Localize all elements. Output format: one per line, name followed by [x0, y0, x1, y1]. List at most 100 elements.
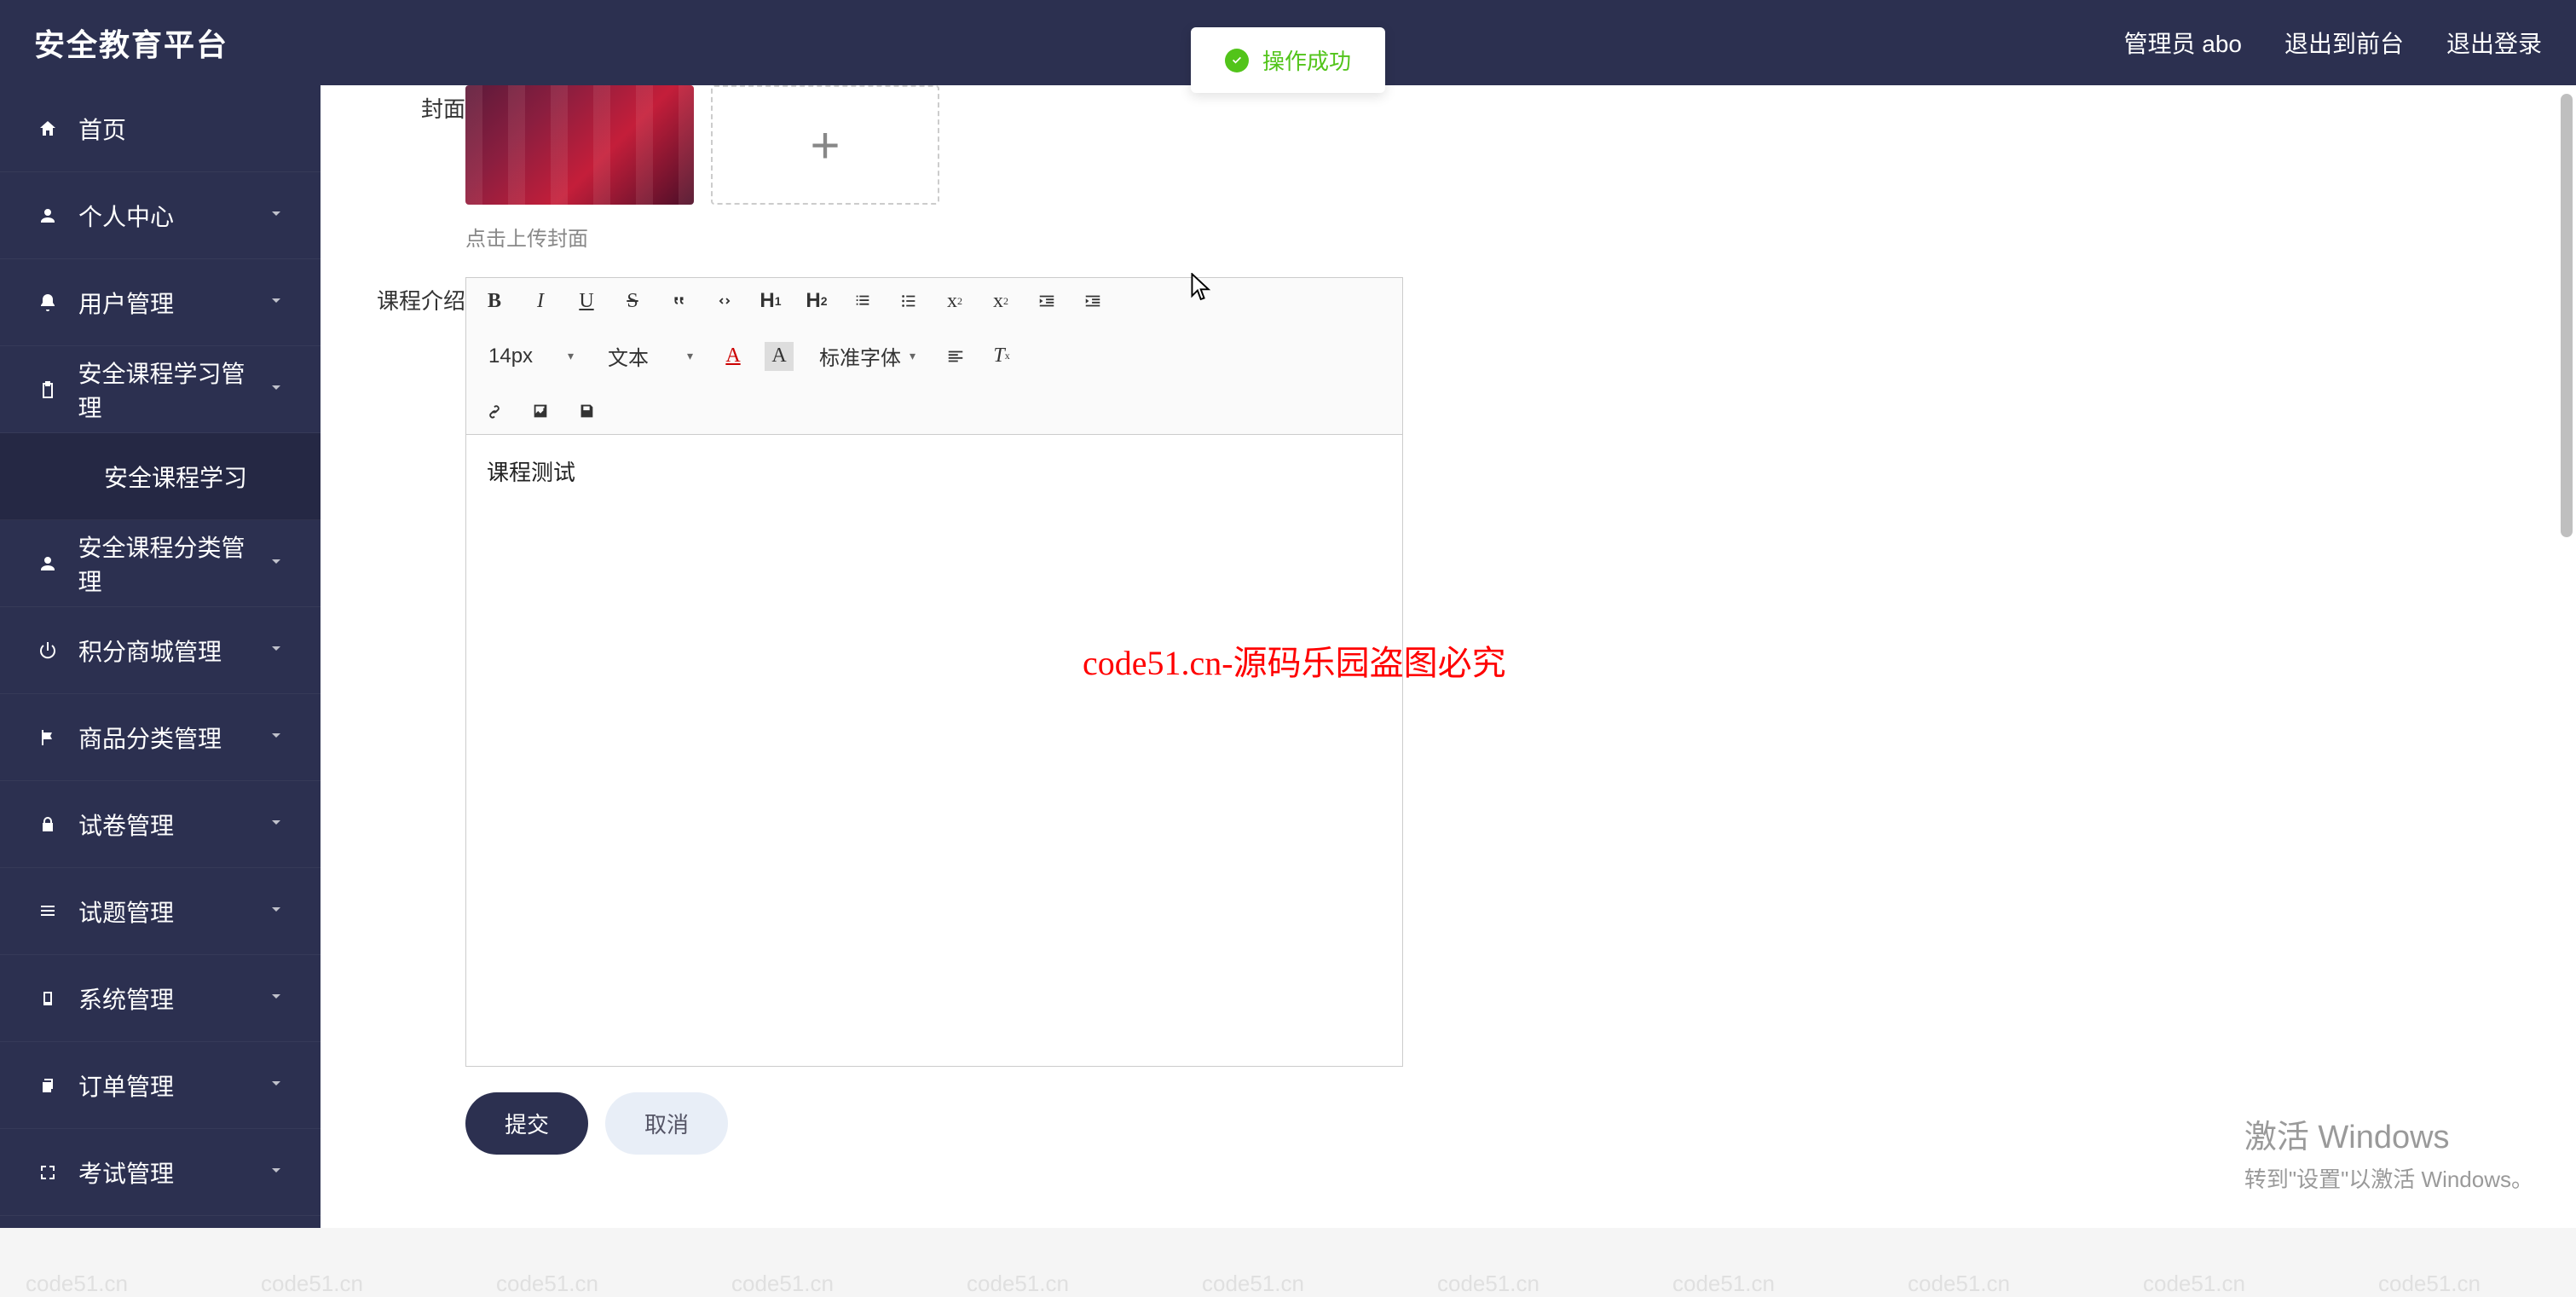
chevron-down-icon — [266, 550, 286, 577]
sidebar-item-2[interactable]: 用户管理 — [0, 259, 321, 346]
sidebar-item-label: 系统管理 — [78, 981, 174, 1016]
indent-increase-icon[interactable] — [1078, 287, 1107, 316]
clear-format-icon[interactable]: Tx — [987, 342, 1016, 371]
red-watermark-text: code51.cn-源码乐园盗图必究 — [1083, 635, 1506, 685]
sidebar-item-12[interactable]: 考试管理 — [0, 1129, 321, 1216]
sidebar-item-5[interactable]: 安全课程分类管理 — [0, 520, 321, 607]
exit-front-link[interactable]: 退出到前台 — [2284, 26, 2404, 60]
admin-label[interactable]: 管理员 abo — [2123, 26, 2242, 60]
cover-row: 封面 + — [355, 85, 2542, 205]
lock-icon — [34, 814, 61, 835]
sidebar-item-label: 订单管理 — [78, 1068, 174, 1103]
sidebar-item-0[interactable]: 首页 — [0, 85, 321, 172]
sidebar-item-10[interactable]: 系统管理 — [0, 955, 321, 1042]
unordered-list-icon[interactable] — [894, 287, 923, 316]
h2-icon[interactable]: H2 — [802, 287, 831, 316]
font-size-select[interactable]: 14px▾ — [480, 343, 582, 370]
link-icon[interactable] — [480, 397, 509, 426]
bold-icon[interactable]: B — [480, 287, 509, 316]
cover-upload-button[interactable]: + — [711, 85, 939, 205]
sidebar-item-8[interactable]: 试卷管理 — [0, 781, 321, 868]
expand-icon — [34, 1162, 61, 1183]
button-row: 提交 取消 — [465, 1092, 2542, 1155]
save-icon[interactable] — [572, 397, 601, 426]
success-toast: 操作成功 — [1191, 27, 1385, 93]
submit-button[interactable]: 提交 — [465, 1092, 588, 1155]
app-logo: 安全教育平台 — [34, 20, 228, 65]
chevron-down-icon — [266, 202, 286, 229]
chevron-down-icon — [266, 637, 286, 664]
sidebar-item-label: 商品分类管理 — [78, 721, 222, 755]
mouse-cursor-icon — [1190, 273, 1214, 308]
user-icon — [34, 553, 61, 574]
chevron-down-icon — [266, 1159, 286, 1186]
indent-decrease-icon[interactable] — [1032, 287, 1061, 316]
sidebar-item-label: 考试管理 — [78, 1155, 174, 1190]
sidebar-item-6[interactable]: 积分商城管理 — [0, 607, 321, 694]
editor-toolbar: B I U S H1 H2 x2 x2 14px▾ 文本▾ A A — [466, 278, 1402, 435]
bell-icon — [34, 292, 61, 313]
sidebar-item-label: 安全课程分类管理 — [78, 530, 267, 598]
editor-content-area[interactable]: 课程测试 — [466, 435, 1402, 1066]
header-right: 管理员 abo 退出到前台 退出登录 — [2123, 26, 2542, 60]
list-icon — [34, 901, 61, 922]
cancel-button[interactable]: 取消 — [605, 1092, 728, 1155]
sidebar-item-9[interactable]: 试题管理 — [0, 868, 321, 955]
sidebar-item-label: 安全课程学习 — [104, 460, 247, 494]
chevron-down-icon — [266, 289, 286, 316]
sidebar-item-1[interactable]: 个人中心 — [0, 172, 321, 259]
image-icon[interactable] — [526, 397, 555, 426]
quote-icon[interactable] — [664, 287, 693, 316]
logout-link[interactable]: 退出登录 — [2446, 26, 2542, 60]
sidebar-item-11[interactable]: 订单管理 — [0, 1042, 321, 1129]
chevron-down-icon — [266, 724, 286, 751]
strike-icon[interactable]: S — [618, 287, 647, 316]
sidebar-item-label: 安全课程学习管理 — [78, 356, 267, 424]
cover-label: 封面 — [355, 85, 465, 124]
sidebar-item-4[interactable]: 安全课程学习 — [0, 433, 321, 520]
italic-icon[interactable]: I — [526, 287, 555, 316]
font-family-select[interactable]: 标准字体▾ — [811, 339, 924, 373]
device-icon — [34, 988, 61, 1009]
copy-icon — [34, 1075, 61, 1096]
windows-activation-subtitle: 转到"设置"以激活 Windows。 — [2244, 1162, 2533, 1194]
superscript-icon[interactable]: x2 — [986, 287, 1015, 316]
chevron-down-icon — [266, 898, 286, 925]
check-circle-icon — [1225, 49, 1249, 72]
power-icon — [34, 640, 61, 661]
upload-tip: 点击上传封面 — [465, 222, 2542, 252]
scrollbar-thumb[interactable] — [2561, 94, 2573, 537]
underline-icon[interactable]: U — [572, 287, 601, 316]
font-color-icon[interactable]: A — [719, 342, 748, 371]
sidebar-item-label: 首页 — [78, 112, 126, 146]
align-icon[interactable] — [941, 342, 970, 371]
sidebar: 首页个人中心用户管理安全课程学习管理安全课程学习安全课程分类管理积分商城管理商品… — [0, 85, 321, 1228]
home-icon — [34, 119, 61, 139]
chevron-down-icon — [266, 1072, 286, 1099]
windows-activation-title: 激活 Windows — [2244, 1110, 2533, 1157]
sidebar-item-label: 用户管理 — [78, 286, 174, 320]
sidebar-item-label: 试卷管理 — [78, 808, 174, 842]
plus-icon: + — [810, 116, 840, 175]
chevron-down-icon — [266, 985, 286, 1012]
chevron-down-icon — [266, 811, 286, 838]
bg-color-icon[interactable]: A — [765, 342, 794, 371]
sidebar-item-label: 积分商城管理 — [78, 634, 222, 668]
sidebar-item-3[interactable]: 安全课程学习管理 — [0, 346, 321, 433]
code-icon[interactable] — [710, 287, 739, 316]
windows-activation-notice: 激活 Windows 转到"设置"以激活 Windows。 — [2244, 1110, 2533, 1194]
ordered-list-icon[interactable] — [848, 287, 877, 316]
h1-icon[interactable]: H1 — [756, 287, 785, 316]
user-icon — [34, 206, 61, 226]
intro-label: 课程介绍 — [355, 277, 465, 316]
subscript-icon[interactable]: x2 — [940, 287, 969, 316]
format-select[interactable]: 文本▾ — [599, 339, 702, 373]
cover-thumbnail[interactable] — [465, 85, 694, 205]
flag-icon — [34, 727, 61, 748]
sidebar-item-label: 个人中心 — [78, 199, 174, 233]
clipboard-icon — [34, 379, 61, 400]
chevron-down-icon — [266, 376, 286, 403]
sidebar-item-label: 试题管理 — [78, 895, 174, 929]
sidebar-item-7[interactable]: 商品分类管理 — [0, 694, 321, 781]
cover-area: + — [465, 85, 939, 205]
